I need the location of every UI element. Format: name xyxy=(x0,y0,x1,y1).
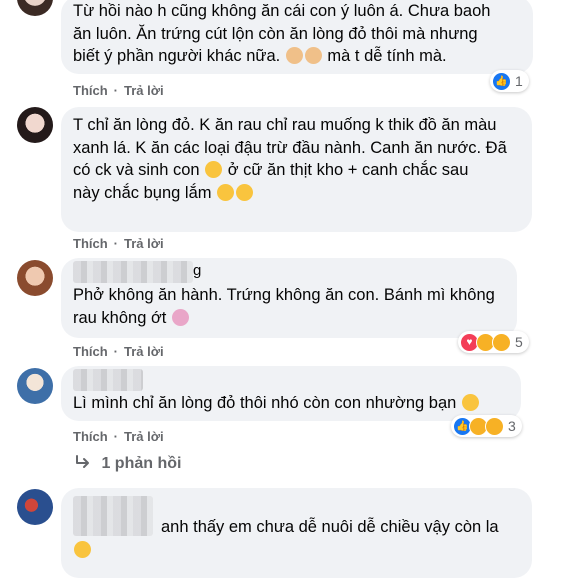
comment-text: mà t dễ tính mà. xyxy=(327,47,447,65)
avatar[interactable] xyxy=(17,368,53,404)
like-link[interactable]: Thích xyxy=(73,236,108,251)
comment-text-line: xanh lá. K ăn các loại đậu trừ đầu nành.… xyxy=(73,138,507,157)
reaction-summary[interactable]: 👍 1 xyxy=(490,70,529,92)
reply-link[interactable]: Trả lời xyxy=(124,344,164,359)
comment-actions: Thích · Trả lời xyxy=(73,429,170,444)
avatar[interactable] xyxy=(17,489,53,525)
like-link[interactable]: Thích xyxy=(73,429,108,444)
redacted-name xyxy=(73,260,193,283)
reply-link[interactable]: Trả lời xyxy=(124,429,164,444)
comment-text-line: ăn luôn. Ăn trứng cút lộn còn ăn lòng đỏ… xyxy=(73,24,478,43)
avatar[interactable] xyxy=(17,260,53,296)
avatar[interactable] xyxy=(17,0,53,16)
comment-actions: Thích · Trả lời xyxy=(73,83,170,98)
separator-dot: · xyxy=(113,344,119,359)
comment-text-line: T chỉ ăn lòng đỏ. K ăn rau chỉ rau muống… xyxy=(73,116,497,134)
replies-count-label[interactable]: 1 phản hồi xyxy=(101,455,181,472)
comment-text-line xyxy=(73,539,520,562)
laughing-emoji-icon xyxy=(236,183,254,201)
reaction-count: 1 xyxy=(515,73,523,89)
comment-bubble: Từ hồi nào h cũng không ăn cái con ý luô… xyxy=(61,0,533,74)
comment-text-line: biết ý phần người khác nữa. mà t dễ tính… xyxy=(73,45,521,68)
comment-row: anh thấy em chưa dễ nuôi dễ chiều vậy cò… xyxy=(73,496,520,539)
dizzy-face-emoji-icon xyxy=(171,308,189,326)
comment-text-line: rau không ớt xyxy=(73,307,505,330)
reaction-count: 5 xyxy=(515,334,523,350)
comment-text-line: này chắc bụng lắm xyxy=(73,182,520,205)
commenter-name[interactable]: g xyxy=(73,260,505,284)
separator-dot: · xyxy=(113,83,119,98)
like-reaction-icon: 👍 xyxy=(492,71,511,91)
comment-text: ở cữ ăn thịt kho + canh chắc sau xyxy=(227,161,469,179)
smiling-emoji-icon xyxy=(74,540,91,558)
commenter-name[interactable] xyxy=(73,368,509,392)
girl-emoji-icon xyxy=(304,47,322,64)
like-link[interactable]: Thích xyxy=(73,344,108,359)
comment-text-line: có ck và sinh con ở cữ ăn thịt kho + can… xyxy=(73,159,520,182)
reply-arrow-icon xyxy=(76,455,89,468)
rofl-emoji-icon xyxy=(205,161,223,178)
redacted-name xyxy=(73,368,143,391)
comment-actions: Thích · Trả lời xyxy=(73,236,170,251)
comment-text: rau không ớt xyxy=(73,308,167,327)
comment-text-line: Lì mình chỉ ăn lòng đỏ thôi nhó còn con … xyxy=(73,392,509,415)
comment-bubble: Lì mình chỉ ăn lòng đỏ thôi nhó còn con … xyxy=(61,366,521,421)
like-link[interactable]: Thích xyxy=(73,83,108,98)
comment-bubble: g Phở không ăn hành. Trứng không ăn con.… xyxy=(61,258,517,338)
reply-link[interactable]: Trả lời xyxy=(124,236,164,251)
comment-actions: Thích · Trả lời xyxy=(73,344,170,359)
separator-dot: · xyxy=(113,429,119,444)
reaction-summary[interactable]: ♥ 5 xyxy=(458,331,529,353)
name-fragment: g xyxy=(193,262,202,279)
comment-bubble: anh thấy em chưa dễ nuôi dễ chiều vậy cò… xyxy=(61,488,532,578)
redacted-name xyxy=(73,496,153,536)
wow-reaction-icon xyxy=(485,416,504,436)
comment-text: có ck và sinh con xyxy=(73,161,200,179)
smiling-emoji-icon xyxy=(461,394,479,411)
wow-reaction-icon xyxy=(492,332,511,352)
comment-text-line: Từ hồi nào h cũng không ăn cái con ý luô… xyxy=(73,2,491,20)
view-replies-link[interactable]: 1 phản hồi xyxy=(75,455,181,473)
laughing-emoji-icon xyxy=(217,183,235,201)
reaction-count: 3 xyxy=(508,418,516,434)
comment-text: biết ý phần người khác nữa. xyxy=(73,47,281,65)
avatar[interactable] xyxy=(17,107,53,143)
separator-dot: · xyxy=(113,236,119,251)
comment-text: này chắc bụng lắm xyxy=(73,183,212,202)
reply-link[interactable]: Trả lời xyxy=(124,83,164,98)
comment-bubble: T chỉ ăn lòng đỏ. K ăn rau chỉ rau muống… xyxy=(61,107,532,232)
reaction-summary[interactable]: 👍 3 xyxy=(451,415,522,437)
girl-emoji-icon xyxy=(285,47,303,64)
comment-text: Lì mình chỉ ăn lòng đỏ thôi nhó còn con … xyxy=(73,394,457,412)
comment-text: anh thấy em chưa dễ nuôi dễ chiều vậy cò… xyxy=(161,518,499,536)
comment-text-line: Phở không ăn hành. Trứng không ăn con. B… xyxy=(73,286,495,304)
